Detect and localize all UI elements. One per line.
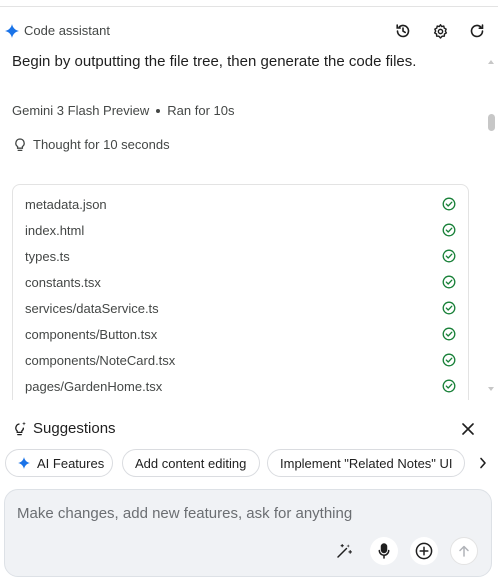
history-icon: [396, 24, 410, 38]
thought-toggle[interactable]: Thought for 10 seconds: [14, 137, 170, 152]
prompt-input[interactable]: Make changes, add new features, ask for …: [17, 505, 352, 522]
scroll-chips-right-button[interactable]: [473, 453, 493, 473]
file-item[interactable]: components/NoteCard.tsx: [13, 344, 468, 370]
lightbulb-sparkle-icon: [15, 421, 26, 436]
plus-circle-icon: [415, 542, 433, 560]
close-suggestions-button[interactable]: [459, 420, 477, 438]
thought-label: Thought for 10 seconds: [33, 137, 170, 152]
lightbulb-icon: [15, 137, 25, 151]
file-item[interactable]: pages/GardenHome.tsx: [13, 370, 468, 396]
chip-label: Implement "Related Notes" UI: [280, 455, 453, 471]
run-status: Ran for 10s: [167, 103, 235, 118]
settings-button[interactable]: [430, 21, 450, 41]
file-item[interactable]: constants.tsx: [13, 266, 468, 292]
file-item[interactable]: components/Button.tsx: [13, 318, 468, 344]
suggestions-header: Suggestions: [14, 420, 116, 437]
check-circle-icon: [442, 223, 456, 237]
send-button[interactable]: [450, 537, 478, 565]
refresh-button[interactable]: [467, 21, 487, 41]
scroll-down-arrow[interactable]: [488, 387, 494, 391]
close-icon: [462, 423, 474, 435]
prompt-composer[interactable]: Make changes, add new features, ask for …: [4, 489, 492, 577]
top-divider: [0, 6, 498, 7]
file-name: services/dataService.ts: [25, 301, 159, 316]
model-name: Gemini 3 Flash Preview: [12, 103, 150, 118]
check-circle-icon: [442, 353, 456, 367]
voice-input-button[interactable]: [370, 537, 398, 565]
history-button[interactable]: [393, 21, 413, 41]
magic-wand-icon: [337, 544, 352, 558]
separator-dot: [156, 108, 161, 113]
magic-enhance-button[interactable]: [330, 537, 358, 565]
file-name: pages/GardenHome.tsx: [25, 379, 163, 394]
check-circle-icon: [442, 301, 456, 315]
panel-title: Code assistant: [24, 23, 110, 38]
file-name: index.html: [25, 223, 85, 238]
chip-label: AI Features: [37, 455, 105, 471]
check-circle-icon: [442, 327, 456, 341]
check-circle-icon: [442, 379, 456, 393]
scroll-thumb[interactable]: [488, 114, 495, 131]
check-circle-icon: [442, 275, 456, 289]
scrollbar[interactable]: [486, 56, 496, 398]
suggestion-chip-content-editing[interactable]: Add content editing: [122, 449, 260, 477]
file-name: components/Button.tsx: [25, 327, 158, 342]
assistant-header: Code assistant: [0, 18, 498, 44]
file-item[interactable]: types.ts: [13, 240, 468, 266]
scroll-up-arrow[interactable]: [488, 60, 494, 64]
file-item[interactable]: services/dataService.ts: [13, 292, 468, 318]
microphone-icon: [378, 543, 390, 559]
generated-files-list: metadata.json index.html types.ts consta…: [12, 184, 469, 400]
spark-icon: [18, 457, 30, 469]
suggestion-chip-ai-features[interactable]: AI Features: [5, 449, 113, 477]
chevron-right-icon: [480, 457, 486, 469]
model-info: Gemini 3 Flash Preview Ran for 10s: [12, 103, 234, 118]
file-item[interactable]: index.html: [13, 214, 468, 240]
suggestion-chips: AI Features Add content editing Implemen…: [5, 449, 498, 477]
file-item[interactable]: metadata.json: [13, 188, 468, 214]
file-name: components/NoteCard.tsx: [25, 353, 176, 368]
file-name: types.ts: [25, 249, 70, 264]
check-circle-icon: [442, 249, 456, 263]
add-attachment-button[interactable]: [410, 537, 438, 565]
suggestion-chip-related-notes[interactable]: Implement "Related Notes" UI: [267, 449, 465, 477]
arrow-up-icon: [459, 545, 469, 557]
gear-icon: [433, 23, 447, 39]
spark-icon: [5, 24, 19, 38]
check-circle-icon: [442, 197, 456, 211]
file-name: metadata.json: [25, 197, 107, 212]
suggestions-title: Suggestions: [33, 420, 116, 437]
chip-label: Add content editing: [135, 455, 247, 471]
user-prompt: Begin by outputting the file tree, then …: [12, 53, 417, 70]
refresh-icon: [470, 24, 484, 38]
file-name: constants.tsx: [25, 275, 101, 290]
